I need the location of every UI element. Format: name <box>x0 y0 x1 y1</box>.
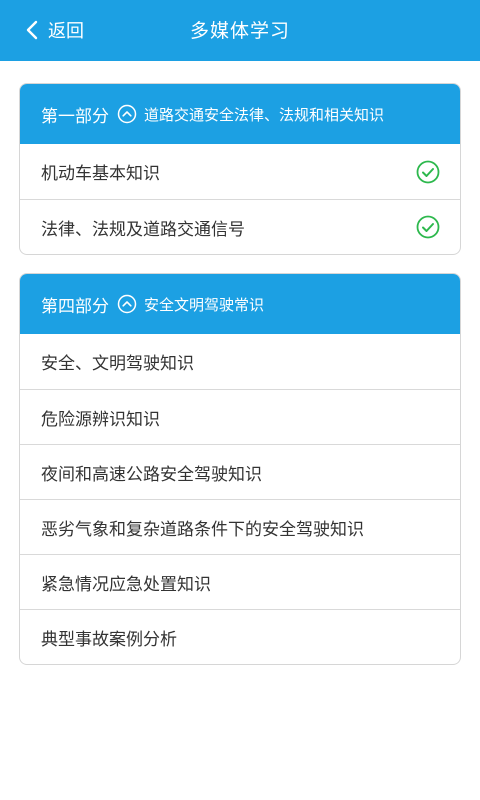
collapse-up-icon[interactable] <box>117 294 137 314</box>
check-circle-icon <box>416 215 440 239</box>
section-subject: 安全文明驾驶常识 <box>144 295 265 314</box>
page-title: 多媒体学习 <box>189 20 290 42</box>
section-part-four: 第四部分 安全文明驾驶常识 安全、文明驾驶知识 危险源辨识知识 夜间和高速公路安… <box>19 273 461 665</box>
section-part-one: 第一部分 道路交通安全法律、法规和相关知识 机动车基本知识 法律、法规及道路交通… <box>19 83 461 255</box>
section-part-label: 第四部分 <box>41 296 109 317</box>
section-part-label: 第一部分 <box>41 106 109 127</box>
section-header[interactable]: 第四部分 安全文明驾驶常识 <box>20 274 460 334</box>
list-item-label: 紧急情况应急处置知识 <box>41 574 211 595</box>
list-item[interactable]: 安全、文明驾驶知识 <box>20 334 460 389</box>
section-header[interactable]: 第一部分 道路交通安全法律、法规和相关知识 <box>20 84 460 144</box>
list-item[interactable]: 恶劣气象和复杂道路条件下的安全驾驶知识 <box>20 499 460 554</box>
list-item-label: 机动车基本知识 <box>41 164 160 184</box>
list-item-label: 安全、文明驾驶知识 <box>41 354 194 374</box>
list-item-label: 法律、法规及道路交通信号 <box>41 219 245 240</box>
list-item[interactable]: 机动车基本知识 <box>20 144 460 199</box>
section-subject: 道路交通安全法律、法规和相关知识 <box>144 105 385 124</box>
list-item-label: 恶劣气象和复杂道路条件下的安全驾驶知识 <box>41 519 364 540</box>
check-circle-icon <box>416 160 440 184</box>
list-item[interactable]: 危险源辨识知识 <box>20 389 460 444</box>
list-item-label: 典型事故案例分析 <box>41 629 177 650</box>
list-item[interactable]: 夜间和高速公路安全驾驶知识 <box>20 444 460 499</box>
collapse-up-icon[interactable] <box>117 104 137 124</box>
list-item-label: 危险源辨识知识 <box>41 409 160 430</box>
list-item[interactable]: 紧急情况应急处置知识 <box>20 554 460 609</box>
list-item-label: 夜间和高速公路安全驾驶知识 <box>41 464 262 485</box>
top-bar: 返回 多媒体学习 <box>0 0 480 61</box>
list-item[interactable]: 法律、法规及道路交通信号 <box>20 199 460 254</box>
list-item[interactable]: 典型事故案例分析 <box>20 609 460 664</box>
